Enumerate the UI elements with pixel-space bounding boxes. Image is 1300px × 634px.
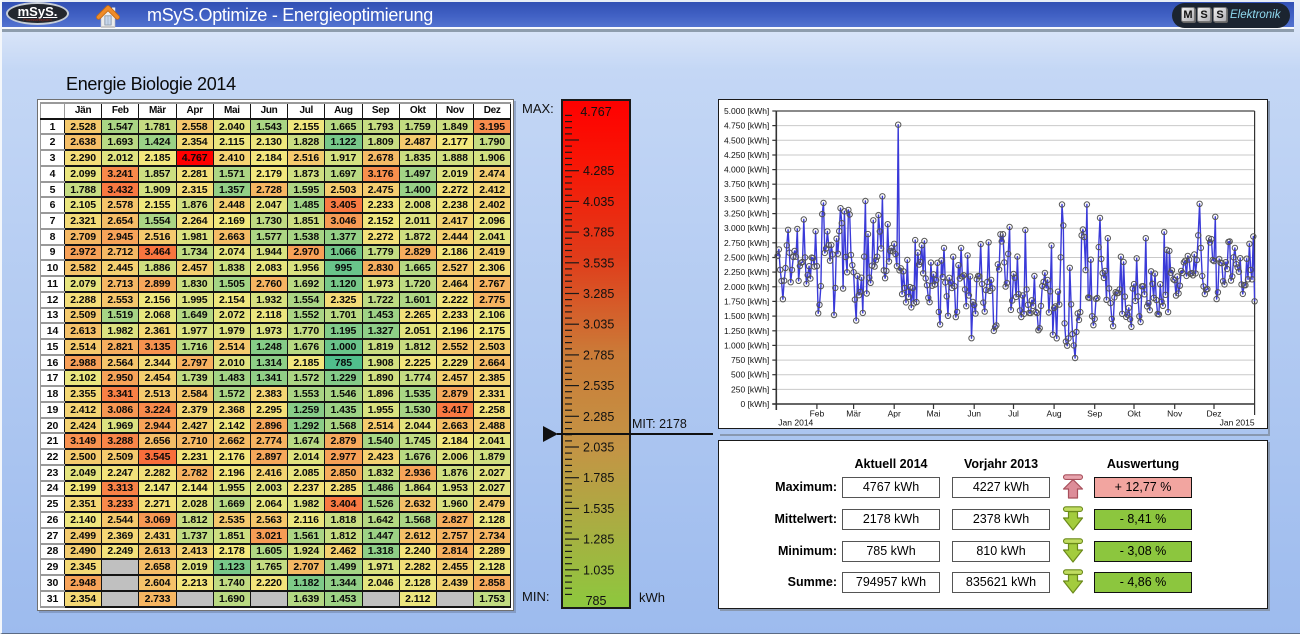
svg-text:4.500 [kWh]: 4.500 [kWh] (724, 135, 769, 145)
svg-text:1.750 [kWh]: 1.750 [kWh] (724, 296, 769, 306)
svg-text:3.500 [kWh]: 3.500 [kWh] (724, 194, 769, 204)
svg-text:2.500 [kWh]: 2.500 [kWh] (724, 253, 769, 263)
svg-text:785: 785 (586, 594, 607, 608)
svg-text:500 [kWh]: 500 [kWh] (731, 370, 769, 380)
svg-text:Apr: Apr (888, 409, 901, 419)
svg-text:250 [kWh]: 250 [kWh] (731, 384, 769, 394)
svg-text:2.785: 2.785 (583, 348, 614, 362)
svg-text:2.750 [kWh]: 2.750 [kWh] (724, 238, 769, 248)
svg-text:0 [kWh]: 0 [kWh] (740, 399, 769, 409)
svg-text:750 [kWh]: 750 [kWh] (731, 355, 769, 365)
svg-text:1.535: 1.535 (583, 502, 614, 516)
svg-text:Jul: Jul (1008, 409, 1019, 419)
svg-text:2.035: 2.035 (583, 441, 614, 455)
svg-text:4.250 [kWh]: 4.250 [kWh] (724, 150, 769, 160)
svg-text:Mär: Mär (846, 409, 861, 419)
svg-text:2.535: 2.535 (583, 379, 614, 393)
svg-text:Aug: Aug (1047, 409, 1062, 419)
svg-text:Jan 2015: Jan 2015 (1220, 418, 1255, 428)
svg-text:4.767: 4.767 (580, 105, 611, 119)
svg-text:3.785: 3.785 (583, 226, 614, 240)
svg-text:1.285: 1.285 (583, 533, 614, 547)
svg-text:Okt: Okt (1127, 409, 1141, 419)
svg-text:1.035: 1.035 (583, 563, 614, 577)
svg-text:5.000 [kWh]: 5.000 [kWh] (724, 106, 769, 116)
svg-text:1.000 [kWh]: 1.000 [kWh] (724, 340, 769, 350)
svg-text:Nov: Nov (1167, 409, 1183, 419)
svg-text:1.250 [kWh]: 1.250 [kWh] (724, 326, 769, 336)
svg-text:4.750 [kWh]: 4.750 [kWh] (724, 121, 769, 131)
svg-text:Jan 2014: Jan 2014 (778, 418, 813, 428)
svg-text:3.250 [kWh]: 3.250 [kWh] (724, 209, 769, 219)
svg-text:3.000 [kWh]: 3.000 [kWh] (724, 223, 769, 233)
svg-text:4.000 [kWh]: 4.000 [kWh] (724, 165, 769, 175)
svg-text:3.535: 3.535 (583, 256, 614, 270)
svg-text:4.035: 4.035 (583, 195, 614, 209)
svg-text:Sep: Sep (1087, 409, 1102, 419)
svg-text:2.285: 2.285 (583, 410, 614, 424)
svg-text:2.000 [kWh]: 2.000 [kWh] (724, 282, 769, 292)
svg-text:1.785: 1.785 (583, 471, 614, 485)
svg-text:3.035: 3.035 (583, 318, 614, 332)
svg-text:3.285: 3.285 (583, 287, 614, 301)
svg-text:Jun: Jun (967, 409, 981, 419)
svg-text:1.500 [kWh]: 1.500 [kWh] (724, 311, 769, 321)
svg-text:Mai: Mai (927, 409, 941, 419)
svg-text:4.285: 4.285 (583, 164, 614, 178)
svg-text:3.750 [kWh]: 3.750 [kWh] (724, 179, 769, 189)
svg-text:2.250 [kWh]: 2.250 [kWh] (724, 267, 769, 277)
